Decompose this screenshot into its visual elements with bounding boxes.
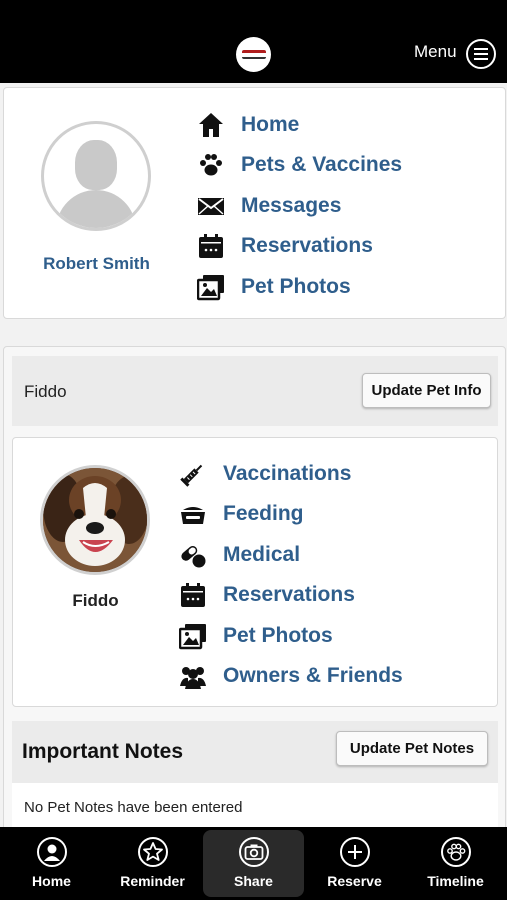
tab-reminder[interactable]: Reminder bbox=[102, 827, 203, 900]
pet-avatar[interactable] bbox=[40, 465, 150, 575]
hamburger-icon bbox=[474, 48, 488, 50]
update-pet-info-button[interactable]: Update Pet Info bbox=[362, 373, 491, 408]
paw-icon bbox=[196, 150, 226, 180]
nav-item-home[interactable]: Home bbox=[196, 110, 299, 140]
tab-label: Home bbox=[32, 873, 71, 889]
tab-home[interactable]: Home bbox=[1, 827, 102, 900]
logo-mark bbox=[241, 50, 266, 59]
notes-empty-text: No Pet Notes have been entered bbox=[24, 799, 243, 816]
pet-section: Fiddo Update Pet Info Fiddo Vaccinations… bbox=[3, 346, 506, 837]
notes-title: Important Notes bbox=[22, 740, 184, 763]
update-pet-notes-button[interactable]: Update Pet Notes bbox=[336, 731, 488, 766]
syringe-icon bbox=[178, 459, 208, 489]
pet-header-name: Fiddo bbox=[24, 382, 67, 401]
tab-share[interactable]: Share bbox=[203, 830, 304, 897]
photos-icon bbox=[196, 272, 226, 302]
nav-item-messages[interactable]: Messages bbox=[196, 191, 341, 221]
pet-header: Fiddo Update Pet Info bbox=[12, 356, 498, 426]
pet-card: Fiddo Vaccinations Feeding Medical Reser… bbox=[12, 437, 498, 707]
dog-photo bbox=[43, 468, 147, 572]
nav-label: Medical bbox=[223, 543, 301, 566]
plus-icon bbox=[339, 837, 370, 867]
photos-icon bbox=[178, 621, 208, 651]
nav-item-reservations[interactable]: Reservations bbox=[196, 231, 373, 261]
nav-item-vaccinations[interactable]: Vaccinations bbox=[178, 459, 351, 489]
user-circle-icon bbox=[36, 837, 67, 867]
nav-label: Reservations bbox=[223, 583, 355, 606]
menu-label[interactable]: Menu bbox=[414, 42, 457, 62]
bottom-tab-bar: Home Reminder Share Reserve Timeline bbox=[0, 827, 507, 900]
tab-reserve[interactable]: Reserve bbox=[304, 827, 405, 900]
avatar[interactable] bbox=[41, 121, 151, 231]
user-name[interactable]: Robert Smith bbox=[14, 254, 179, 274]
notes-header: Important Notes Update Pet Notes bbox=[12, 721, 498, 783]
nav-label: Pets & Vaccines bbox=[241, 153, 403, 176]
tab-timeline[interactable]: Timeline bbox=[405, 827, 506, 900]
calendar-icon bbox=[178, 580, 208, 610]
tab-label: Timeline bbox=[427, 873, 484, 889]
tab-label: Reminder bbox=[120, 873, 185, 889]
avatar-body bbox=[56, 190, 136, 228]
camera-icon bbox=[238, 837, 269, 867]
profile-card: Robert Smith Home Pets & Vaccines Messag… bbox=[3, 87, 506, 319]
nav-label: Messages bbox=[241, 194, 342, 217]
nav-label: Feeding bbox=[223, 502, 304, 525]
calendar-icon bbox=[196, 231, 226, 261]
paw-icon bbox=[440, 837, 471, 867]
envelope-icon bbox=[196, 191, 226, 221]
nav-label: Pet Photos bbox=[223, 624, 333, 647]
nav-label: Owners & Friends bbox=[223, 664, 403, 687]
nav-label: Pet Photos bbox=[241, 275, 351, 298]
nav-item-pet-photos[interactable]: Pet Photos bbox=[178, 621, 333, 651]
nav-label: Reservations bbox=[241, 234, 373, 257]
nav-item-owners-friends[interactable]: Owners & Friends bbox=[178, 661, 403, 691]
nav-item-pets-vaccines[interactable]: Pets & Vaccines bbox=[196, 150, 402, 180]
hamburger-line bbox=[474, 58, 488, 60]
nav-item-feeding[interactable]: Feeding bbox=[178, 499, 304, 529]
nav-label: Home bbox=[241, 113, 300, 136]
nav-item-pet-photos[interactable]: Pet Photos bbox=[196, 272, 351, 302]
tab-label: Reserve bbox=[327, 873, 382, 889]
nav-item-medical[interactable]: Medical bbox=[178, 540, 300, 570]
menu-button[interactable] bbox=[466, 39, 496, 69]
nav-item-pet-reservations[interactable]: Reservations bbox=[178, 580, 355, 610]
pet-name: Fiddo bbox=[72, 591, 119, 610]
nav-label: Vaccinations bbox=[223, 462, 352, 485]
top-bar: Menu bbox=[0, 0, 507, 83]
food-bowl-icon bbox=[178, 499, 208, 529]
home-icon bbox=[196, 110, 226, 140]
hamburger-line bbox=[474, 53, 488, 55]
tab-label: Share bbox=[234, 873, 273, 889]
users-icon bbox=[178, 661, 208, 691]
pills-icon bbox=[178, 540, 208, 570]
star-icon bbox=[137, 837, 168, 867]
app-logo[interactable] bbox=[236, 37, 271, 72]
avatar-head bbox=[75, 140, 117, 190]
